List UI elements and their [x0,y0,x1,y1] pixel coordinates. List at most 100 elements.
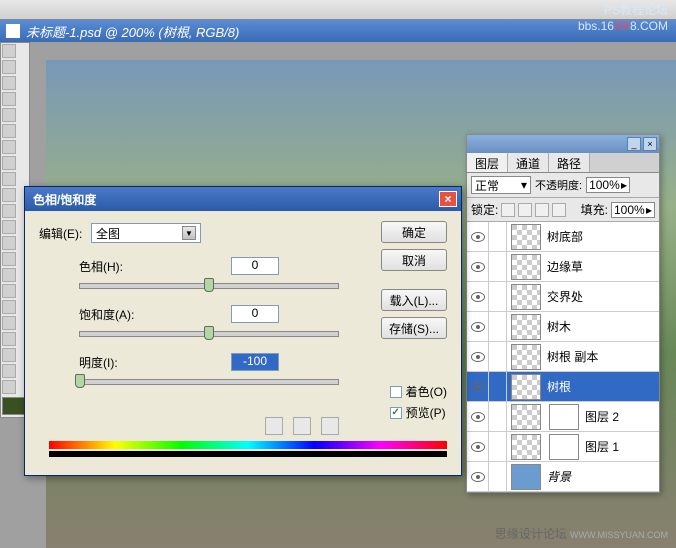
layer-thumb[interactable] [511,224,541,250]
sat-thumb[interactable] [204,326,214,340]
layer-row[interactable]: 图层 2 [467,402,659,432]
tab-paths[interactable]: 路径 [549,153,590,172]
visibility-toggle[interactable] [467,402,489,431]
history-tool[interactable] [2,188,16,202]
mask-thumb[interactable] [549,434,579,460]
link-col[interactable] [489,372,507,401]
panel-titlebar[interactable]: _ × [467,135,659,153]
notes-tool[interactable] [2,332,16,346]
close-icon[interactable]: × [439,191,457,207]
light-slider[interactable] [79,379,339,385]
link-col[interactable] [489,222,507,251]
light-value[interactable]: -100 [231,353,279,371]
visibility-toggle[interactable] [467,312,489,341]
gradient-tool[interactable] [2,220,16,234]
heal-tool[interactable] [2,140,16,154]
shape-tool[interactable] [2,316,16,330]
link-col[interactable] [489,462,507,491]
hue-value[interactable]: 0 [231,257,279,275]
link-col[interactable] [489,252,507,281]
fill-input[interactable]: 100%▸ [611,202,655,218]
layer-name[interactable]: 树底部 [545,228,659,245]
dialog-titlebar[interactable]: 色相/饱和度 × [25,187,461,211]
type-tool[interactable] [2,284,16,298]
dodge-tool[interactable] [2,252,16,266]
lasso-tool[interactable] [2,76,16,90]
sat-slider[interactable] [79,331,339,337]
edit-select[interactable]: 全图 ▼ [91,223,201,243]
link-col[interactable] [489,342,507,371]
eyedropper-add-icon[interactable] [293,417,311,435]
layer-thumb[interactable] [511,404,541,430]
zoom-tool[interactable] [2,380,16,394]
opacity-input[interactable]: 100%▸ [586,177,630,193]
layer-name[interactable]: 树木 [545,318,659,335]
layer-thumb[interactable] [511,314,541,340]
brush-tool[interactable] [2,156,16,170]
save-button[interactable]: 存储(S)... [381,317,447,339]
layer-name[interactable]: 树根 [545,378,659,395]
visibility-toggle[interactable] [467,282,489,311]
layer-row[interactable]: 边缘草 [467,252,659,282]
light-thumb[interactable] [75,374,85,388]
layer-row[interactable]: 树底部 [467,222,659,252]
visibility-toggle[interactable] [467,432,489,461]
hue-slider[interactable] [79,283,339,289]
layer-row[interactable]: 树根 [467,372,659,402]
layer-name[interactable]: 背景 [545,468,659,485]
layer-thumb[interactable] [511,344,541,370]
dropper-tool[interactable] [2,348,16,362]
stamp-tool[interactable] [2,172,16,186]
layer-row[interactable]: 图层 1 [467,432,659,462]
lock-all-icon[interactable] [552,203,566,217]
path-tool[interactable] [2,268,16,282]
tab-channels[interactable]: 通道 [508,153,549,172]
tab-layers[interactable]: 图层 [467,153,508,172]
layer-name[interactable]: 交界处 [545,288,659,305]
visibility-toggle[interactable] [467,462,489,491]
layer-thumb[interactable] [511,434,541,460]
link-col[interactable] [489,282,507,311]
link-col[interactable] [489,402,507,431]
hue-thumb[interactable] [204,278,214,292]
layer-thumb[interactable] [511,374,541,400]
blend-mode-select[interactable]: 正常▾ [471,176,531,194]
link-col[interactable] [489,432,507,461]
layer-name[interactable]: 边缘草 [545,258,659,275]
eyedropper-sub-icon[interactable] [321,417,339,435]
colorize-checkbox[interactable]: 着色(O) [390,383,447,400]
eraser-tool[interactable] [2,204,16,218]
hand-tool[interactable] [2,364,16,378]
visibility-toggle[interactable] [467,222,489,251]
close-icon[interactable]: × [643,137,657,151]
crop-tool[interactable] [2,108,16,122]
lock-pixels-icon[interactable] [518,203,532,217]
layer-row[interactable]: 树根 副本 [467,342,659,372]
layer-row[interactable]: 背景 [467,462,659,492]
lock-pos-icon[interactable] [535,203,549,217]
ok-button[interactable]: 确定 [381,221,447,243]
visibility-toggle[interactable] [467,252,489,281]
visibility-toggle[interactable] [467,342,489,371]
layer-thumb[interactable] [511,254,541,280]
eyedropper-icon[interactable] [265,417,283,435]
visibility-toggle[interactable] [467,372,489,401]
wand-tool[interactable] [2,92,16,106]
layer-row[interactable]: 树木 [467,312,659,342]
link-col[interactable] [489,312,507,341]
layer-thumb[interactable] [511,284,541,310]
layer-name[interactable]: 图层 1 [583,438,659,455]
layer-name[interactable]: 图层 2 [583,408,659,425]
pen-tool[interactable] [2,300,16,314]
move-tool[interactable] [2,44,16,58]
preview-checkbox[interactable]: ✓ 预览(P) [390,404,447,421]
load-button[interactable]: 载入(L)... [381,289,447,311]
minimize-icon[interactable]: _ [627,137,641,151]
slice-tool[interactable] [2,124,16,138]
marquee-tool[interactable] [2,60,16,74]
blur-tool[interactable] [2,236,16,250]
cancel-button[interactable]: 取消 [381,249,447,271]
layer-thumb[interactable] [511,464,541,490]
layer-name[interactable]: 树根 副本 [545,348,659,365]
mask-thumb[interactable] [549,404,579,430]
